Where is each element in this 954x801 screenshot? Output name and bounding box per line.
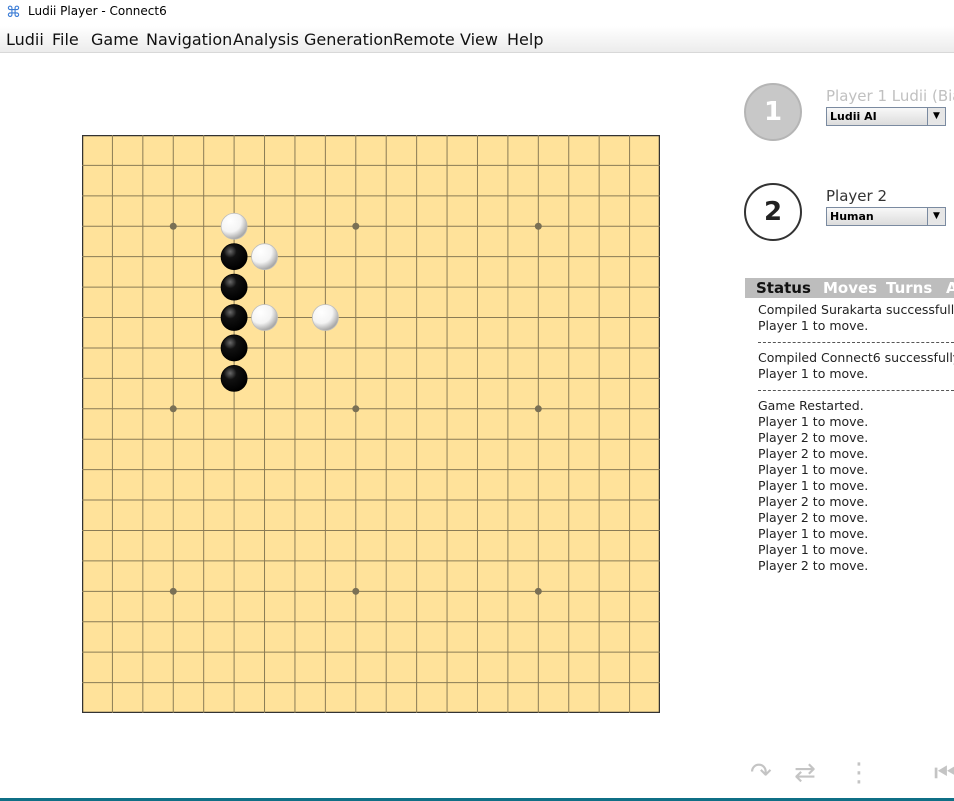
- log-line: Compiled Connect6 successfully.: [758, 350, 954, 365]
- log-line: Player 1 to move.: [758, 366, 869, 381]
- star-point: [534, 587, 542, 595]
- menu-bar: Ludii File Game Navigation Analysis Gene…: [0, 26, 954, 53]
- board-background: [82, 135, 660, 713]
- menu-file[interactable]: File: [52, 30, 79, 49]
- log-separator: [758, 382, 954, 398]
- star-point: [352, 222, 360, 230]
- log-line: Game Restarted.: [758, 398, 864, 413]
- log-line: Player 2 to move.: [758, 510, 869, 525]
- game-board[interactable]: [82, 135, 660, 713]
- menu-analysis[interactable]: Analysis: [233, 30, 299, 49]
- menu-help[interactable]: Help: [507, 30, 543, 49]
- menu-view[interactable]: View: [460, 30, 498, 49]
- menu-remote[interactable]: Remote: [393, 30, 455, 49]
- star-point: [169, 222, 177, 230]
- redo-arrow-icon[interactable]: ↷: [750, 758, 772, 788]
- log-line: Player 1 to move.: [758, 526, 869, 541]
- black-stone[interactable]: [220, 243, 248, 271]
- player-1-agent-select[interactable]: Ludii AI ▼: [826, 107, 946, 126]
- white-stone[interactable]: [311, 304, 339, 331]
- log-line: Compiled Surakarta successfully.: [758, 302, 954, 317]
- tab-moves[interactable]: Moves: [823, 279, 877, 297]
- swap-icon[interactable]: ⇄: [794, 758, 816, 788]
- tab-turns[interactable]: Turns: [886, 279, 932, 297]
- white-stone[interactable]: [251, 243, 278, 271]
- black-stone[interactable]: [220, 304, 248, 331]
- chevron-down-icon[interactable]: ▼: [927, 108, 945, 125]
- black-stone[interactable]: [220, 364, 248, 392]
- status-log: Compiled Surakarta successfully. Player 1…: [758, 302, 954, 574]
- menu-game[interactable]: Game: [91, 30, 139, 49]
- star-point: [352, 405, 360, 413]
- star-point: [352, 587, 360, 595]
- log-line: Player 1 to move.: [758, 318, 869, 333]
- player-2-label: Player 2: [826, 187, 887, 205]
- title-bar: ⌘ Ludii Player - Connect6: [0, 0, 954, 26]
- player-2-agent-select[interactable]: Human ▼: [826, 207, 946, 226]
- player-2-indicator: 2: [744, 183, 802, 241]
- star-point: [534, 405, 542, 413]
- star-point: [169, 405, 177, 413]
- log-line: Player 1 to move.: [758, 478, 869, 493]
- black-stone[interactable]: [220, 273, 248, 301]
- log-line: Player 1 to move.: [758, 414, 869, 429]
- window-title: Ludii Player - Connect6: [28, 4, 167, 18]
- player-1-indicator: 1: [744, 83, 802, 141]
- command-icon: ⌘: [6, 3, 21, 21]
- log-line: Player 2 to move.: [758, 494, 869, 509]
- player-1-agent-value: Ludii AI: [830, 110, 877, 123]
- tab-analysis[interactable]: A: [946, 279, 954, 297]
- log-line: Player 2 to move.: [758, 446, 869, 461]
- black-stone[interactable]: [220, 334, 248, 362]
- chevron-down-icon[interactable]: ▼: [927, 208, 945, 225]
- log-line: Player 1 to move.: [758, 542, 869, 557]
- more-vertical-icon[interactable]: ⋮: [846, 758, 872, 788]
- log-line: Player 2 to move.: [758, 430, 869, 445]
- player-2-agent-value: Human: [830, 210, 874, 223]
- log-line: Player 1 to move.: [758, 462, 869, 477]
- menu-ludii[interactable]: Ludii: [6, 30, 44, 49]
- menu-generation[interactable]: Generation: [304, 30, 393, 49]
- skip-start-icon[interactable]: ⏮: [934, 758, 954, 789]
- star-point: [534, 222, 542, 230]
- menu-navigation[interactable]: Navigation: [146, 30, 232, 49]
- player-1-label: Player 1 Ludii (Bia: [826, 87, 954, 105]
- white-stone[interactable]: [251, 304, 278, 331]
- log-line: Player 2 to move.: [758, 558, 869, 573]
- info-tabs: Status Moves Turns A: [745, 278, 954, 298]
- star-point: [169, 587, 177, 595]
- tab-status[interactable]: Status: [756, 279, 811, 297]
- log-separator: [758, 334, 954, 350]
- white-stone[interactable]: [220, 212, 248, 240]
